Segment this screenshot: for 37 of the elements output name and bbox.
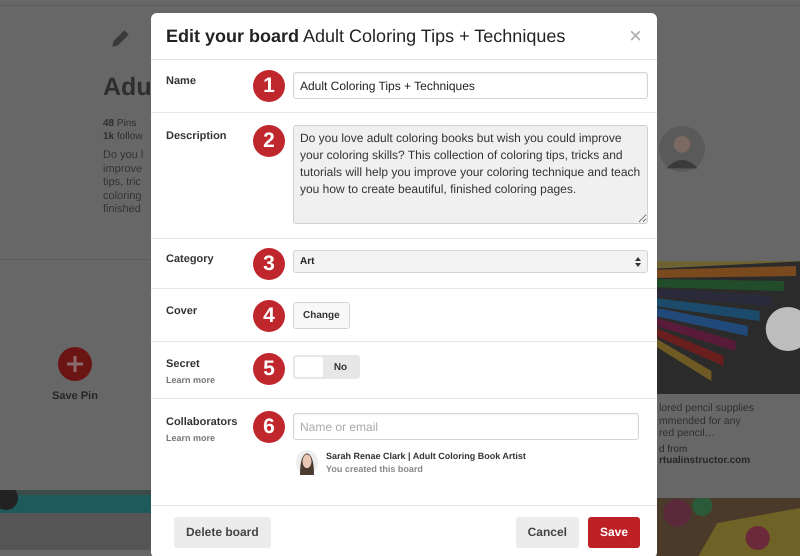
pin-caption: red pencil… — [659, 427, 716, 440]
description-text-area[interactable]: Do you love adult coloring books but wish you could improve your coloring skills? This collection of coloring tips, tricks and tutorials will help you improve your coloring technique and teach you how to create beautiful, finished coloring pages. — [293, 125, 648, 224]
collaborator-input-field[interactable]: Name or email — [293, 413, 639, 440]
field-label: Secret — [166, 358, 200, 370]
step-number-badge: 5 — [253, 353, 285, 385]
step-number-badge: 2 — [253, 125, 285, 157]
cancel-button[interactable]: Cancel — [516, 516, 579, 548]
collaborator-note: You created this board — [326, 464, 424, 474]
field-label: Collaborators — [166, 416, 238, 428]
collaborator-name: Sarah Renae Clark | Adult Coloring Book Artist — [326, 451, 526, 461]
step-number-badge: 1 — [253, 70, 285, 102]
avatar — [296, 450, 318, 475]
step-number-badge: 3 — [253, 248, 285, 280]
learn-more-link[interactable]: Learn more — [166, 375, 216, 385]
change-cover-button[interactable]: Change — [293, 302, 350, 329]
category-dropdown[interactable]: Art — [293, 250, 648, 273]
field-label: Cover — [166, 305, 198, 317]
add-pin-button-icon — [58, 346, 92, 380]
field-label: Category — [166, 253, 214, 265]
field-label: Description — [166, 130, 227, 142]
stat-text: 48 Pins — [103, 117, 138, 130]
step-number-badge: 6 — [253, 411, 285, 443]
pin-caption: lored pencil supplies — [659, 402, 756, 414]
secret-toggle[interactable]: No — [293, 355, 360, 379]
step-number-badge: 4 — [253, 300, 285, 332]
dialog-title: Edit your board Adult Coloring Tips + Techniques — [166, 26, 566, 46]
name-input-field[interactable]: Adult Coloring Tips + Techniques — [293, 72, 648, 99]
field-label: Name — [166, 75, 196, 87]
stat-text: 1k follow — [103, 130, 144, 143]
pin-source-label: d from — [659, 444, 688, 454]
avatar — [659, 126, 705, 172]
pin-caption: mmended for any — [659, 414, 742, 427]
save-button[interactable]: Save — [588, 516, 640, 548]
board-title: Adu — [103, 72, 152, 103]
delete-board-button[interactable]: Delete board — [174, 516, 271, 548]
learn-more-link[interactable]: Learn more — [166, 433, 216, 443]
updown-arrows-icon — [635, 256, 641, 266]
